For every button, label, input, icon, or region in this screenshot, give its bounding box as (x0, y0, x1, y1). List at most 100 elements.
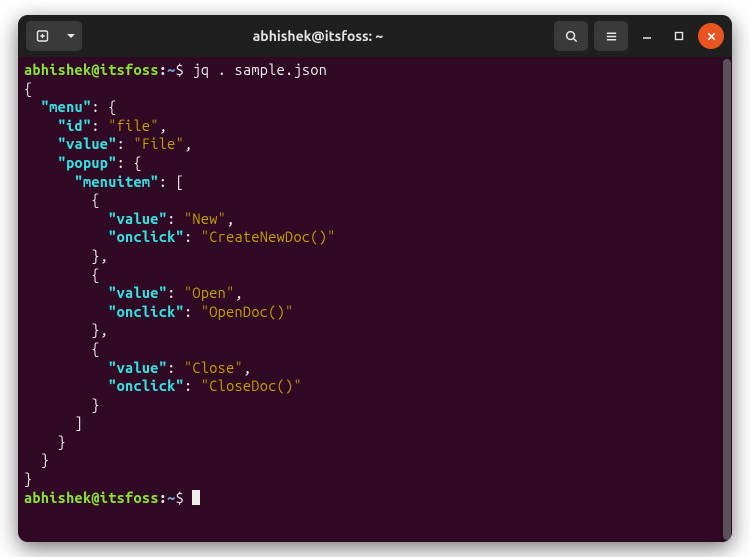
json-token: "onclick" (108, 377, 184, 394)
json-token: : (117, 135, 134, 152)
prompt-host: itsfoss (100, 61, 159, 78)
search-button[interactable] (554, 21, 588, 51)
json-token: "menu" (41, 98, 92, 115)
json-token: }, (24, 321, 108, 338)
new-tab-button[interactable] (26, 21, 60, 51)
json-token: : { (117, 154, 142, 171)
search-icon (564, 29, 579, 44)
terminal-line: "id": "file", (24, 117, 722, 136)
close-button[interactable] (698, 23, 724, 49)
json-token: , (235, 284, 243, 301)
json-token: { (24, 340, 100, 357)
prompt-dollar: $ (176, 489, 184, 506)
json-token (24, 98, 41, 115)
prompt-user: abhishek (24, 489, 91, 506)
hamburger-menu-button[interactable] (594, 21, 628, 51)
json-token: , (243, 359, 251, 376)
terminal-output[interactable]: abhishek@itsfoss:~$ jq . sample.json{ "m… (18, 57, 722, 542)
terminal-line: { (24, 266, 722, 285)
json-token: : (167, 210, 184, 227)
json-token: : { (91, 98, 116, 115)
close-icon (706, 31, 717, 42)
json-token: : (184, 228, 201, 245)
json-token: : [ (159, 173, 184, 190)
json-token: } (24, 470, 32, 487)
terminal-line: ] (24, 414, 722, 433)
terminal-line: "onclick": "CreateNewDoc()" (24, 228, 722, 247)
cursor (192, 490, 200, 505)
json-token: "OpenDoc()" (201, 303, 294, 320)
json-token: , (226, 210, 234, 227)
prompt-host: itsfoss (100, 489, 159, 506)
json-token: "onclick" (108, 303, 184, 320)
json-token: "id" (58, 117, 92, 134)
titlebar-right (554, 21, 724, 51)
json-token (24, 210, 108, 227)
json-token: : (167, 284, 184, 301)
json-token: "value" (108, 359, 167, 376)
terminal-line: }, (24, 321, 722, 340)
json-token: ] (24, 414, 83, 431)
json-token: "file" (108, 117, 159, 134)
terminal-line: { (24, 80, 722, 99)
prompt-colon: : (159, 489, 167, 506)
terminal-body: abhishek@itsfoss:~$ jq . sample.json{ "m… (18, 57, 732, 542)
json-token: : (184, 303, 201, 320)
terminal-line: "value": "New", (24, 210, 722, 229)
terminal-window: abhishek@itsfoss: ~ (18, 15, 732, 542)
json-token (24, 135, 58, 152)
prompt-path: ~ (167, 61, 175, 78)
prompt-at: @ (91, 489, 99, 506)
json-token: , (184, 135, 192, 152)
json-token: "File" (133, 135, 184, 152)
prompt-colon: : (159, 61, 167, 78)
json-token (24, 173, 75, 190)
terminal-line: { (24, 191, 722, 210)
json-token: "value" (108, 284, 167, 301)
json-token: { (24, 266, 100, 283)
json-token (24, 154, 58, 171)
new-tab-dropdown-button[interactable] (60, 21, 82, 51)
json-token: "CloseDoc()" (201, 377, 302, 394)
terminal-line: } (24, 451, 722, 470)
maximize-button[interactable] (666, 23, 692, 49)
json-token: "CreateNewDoc()" (201, 228, 336, 245)
terminal-line: } (24, 396, 722, 415)
new-tab-icon (35, 28, 51, 44)
terminal-line: "value": "Open", (24, 284, 722, 303)
terminal-line: abhishek@itsfoss:~$ (24, 489, 722, 508)
json-token: } (24, 451, 49, 468)
json-token (24, 284, 108, 301)
scrollbar[interactable] (722, 57, 732, 542)
command-text: jq . sample.json (192, 61, 327, 78)
json-token: : (91, 117, 108, 134)
json-token (24, 228, 108, 245)
json-token: } (24, 433, 66, 450)
json-token: "Close" (184, 359, 243, 376)
terminal-line: "value": "Close", (24, 359, 722, 378)
terminal-line: "value": "File", (24, 135, 722, 154)
terminal-line: { (24, 340, 722, 359)
json-token (24, 359, 108, 376)
json-token: } (24, 396, 100, 413)
terminal-line: "onclick": "OpenDoc()" (24, 303, 722, 322)
scrollbar-thumb[interactable] (723, 59, 731, 540)
prompt-at: @ (91, 61, 99, 78)
json-token: : (167, 359, 184, 376)
terminal-line: "menu": { (24, 98, 722, 117)
prompt-dollar: $ (176, 61, 184, 78)
json-token: { (24, 80, 32, 97)
json-token (24, 377, 108, 394)
json-token: "menuitem" (75, 173, 159, 190)
maximize-icon (673, 30, 685, 42)
json-token: "onclick" (108, 228, 184, 245)
json-token (24, 117, 58, 134)
terminal-line: "menuitem": [ (24, 173, 722, 192)
json-token: "value" (58, 135, 117, 152)
json-token: { (24, 191, 100, 208)
minimize-button[interactable] (634, 23, 660, 49)
json-token: "value" (108, 210, 167, 227)
terminal-line: } (24, 433, 722, 452)
json-token: "Open" (184, 284, 235, 301)
terminal-line: } (24, 470, 722, 489)
